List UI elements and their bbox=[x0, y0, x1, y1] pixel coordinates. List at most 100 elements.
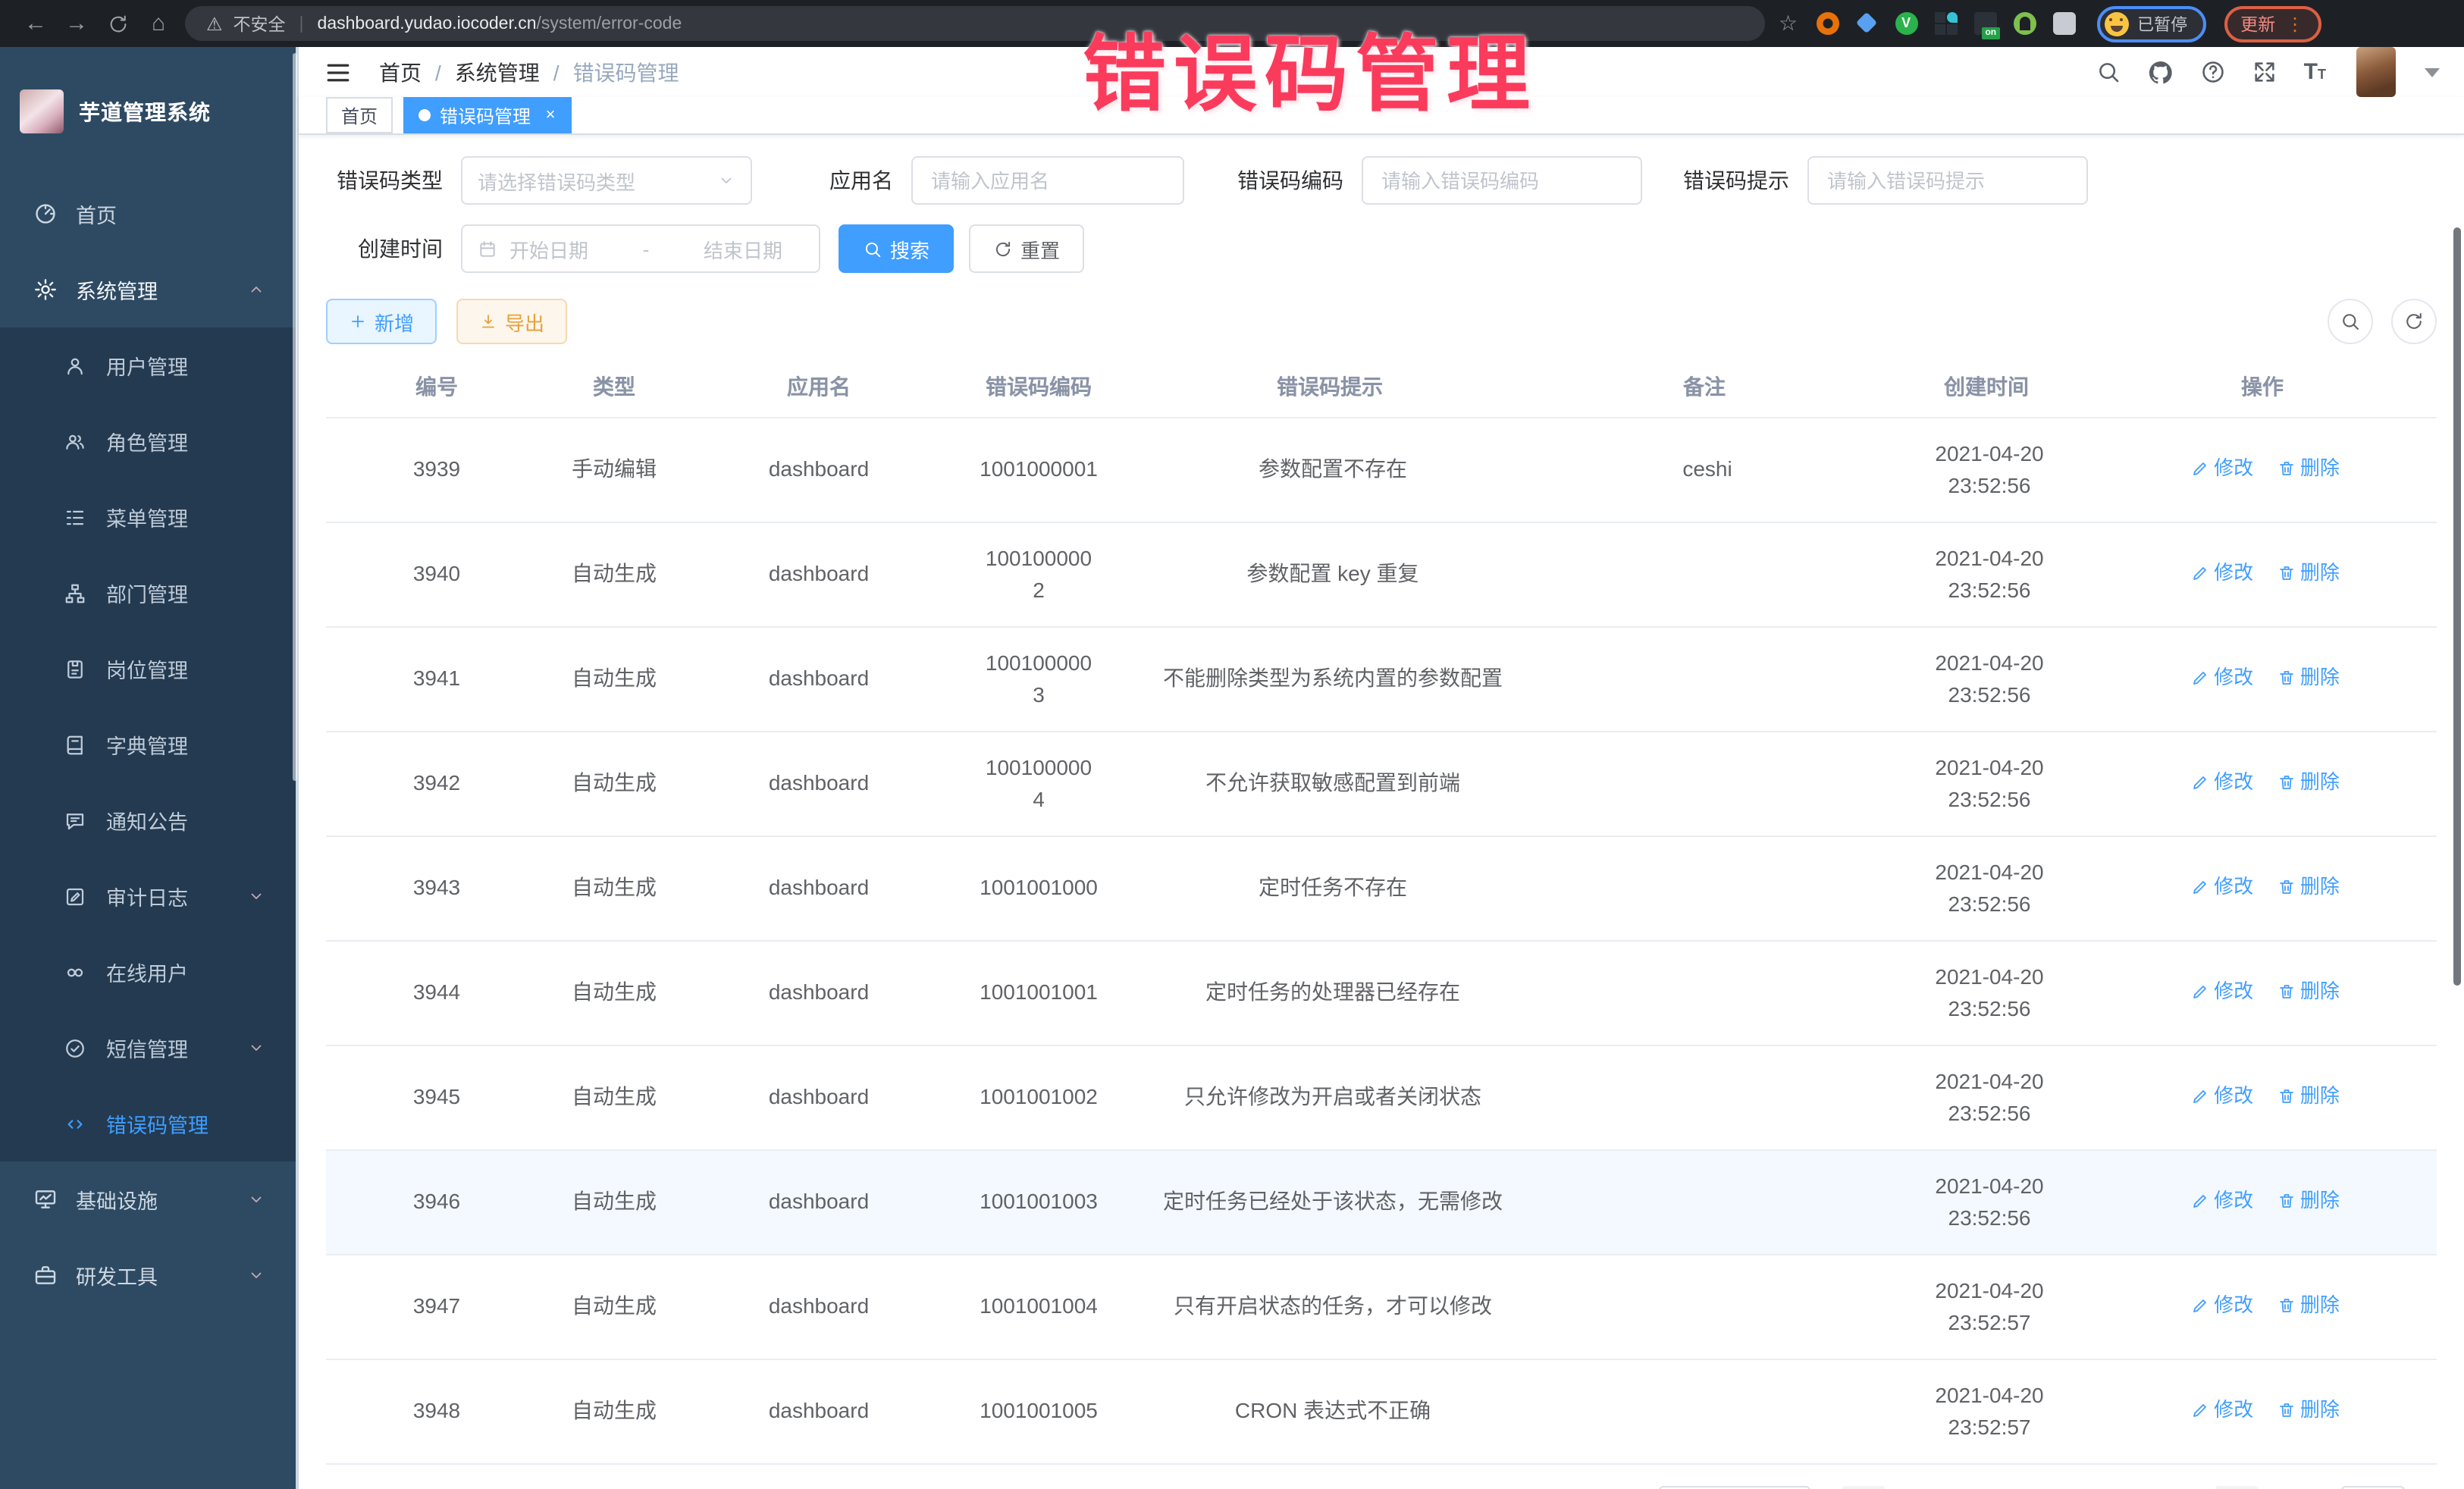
reset-button[interactable]: 重置 bbox=[969, 224, 1084, 273]
edit-link[interactable]: 修改 bbox=[2191, 453, 2253, 484]
tab-error-code[interactable]: 错误码管理 × bbox=[403, 97, 572, 133]
hamburger-icon[interactable] bbox=[324, 58, 352, 86]
sidebar-item-users[interactable]: 用户管理 bbox=[0, 328, 296, 403]
sidebar-item-menus[interactable]: 菜单管理 bbox=[0, 479, 296, 555]
sidebar-item-posts[interactable]: 岗位管理 bbox=[0, 631, 296, 707]
back-icon[interactable]: ← bbox=[15, 0, 56, 47]
delete-link[interactable]: 删除 bbox=[2277, 1394, 2340, 1426]
help-icon[interactable] bbox=[2201, 59, 2227, 85]
edit-link[interactable]: 修改 bbox=[2191, 1394, 2253, 1426]
date-range-picker[interactable]: 开始日期 - 结束日期 bbox=[461, 224, 820, 273]
sidebar-item-home[interactable]: 首页 bbox=[0, 176, 296, 252]
reload-icon[interactable] bbox=[97, 1, 138, 46]
refresh-icon[interactable] bbox=[2391, 299, 2437, 344]
cell-type: 自动生成 bbox=[547, 835, 681, 940]
font-size-icon[interactable]: TT bbox=[2304, 61, 2326, 83]
close-icon[interactable]: × bbox=[540, 106, 561, 124]
forward-icon[interactable]: → bbox=[56, 0, 97, 47]
more-menu-icon[interactable]: ⋮ bbox=[2286, 13, 2304, 34]
edit-link[interactable]: 修改 bbox=[2191, 1080, 2253, 1112]
edit-link[interactable]: 修改 bbox=[2191, 871, 2253, 903]
sidebar-item-dev-tools[interactable]: 研发工具 bbox=[0, 1237, 296, 1313]
profile-avatar bbox=[2104, 11, 2128, 36]
extension-gem-icon[interactable] bbox=[1855, 12, 1878, 35]
col-type: 类型 bbox=[547, 356, 681, 417]
user-avatar[interactable] bbox=[2356, 47, 2396, 97]
url-path[interactable]: /system/error-code bbox=[537, 14, 682, 33]
app-name-input[interactable] bbox=[911, 156, 1184, 205]
delete-link[interactable]: 删除 bbox=[2277, 1080, 2340, 1112]
table-row: 3939 手动编辑 dashboard 1001000001 参数配置不存在 c… bbox=[326, 417, 2437, 522]
delete-link[interactable]: 删除 bbox=[2277, 1185, 2340, 1217]
next-page-button[interactable] bbox=[2215, 1485, 2258, 1489]
breadcrumb-home[interactable]: 首页 bbox=[379, 57, 422, 87]
extension-on-badge-icon[interactable]: on bbox=[1973, 12, 1996, 35]
sidebar-scrollbar[interactable] bbox=[293, 53, 297, 781]
profile-paused-pill[interactable]: 已暂停 bbox=[2096, 5, 2205, 42]
extension-figure-icon[interactable] bbox=[2013, 12, 2036, 35]
cell-message: 定时任务的处理器已经存在 bbox=[1121, 940, 1575, 1045]
toggle-search-icon[interactable] bbox=[2328, 299, 2373, 344]
sidebar-item-sms[interactable]: 短信管理 bbox=[0, 1010, 296, 1086]
sidebar-item-system[interactable]: 系统管理 bbox=[0, 252, 296, 328]
cell-code: 1001001005 bbox=[957, 1359, 1121, 1463]
error-code-input[interactable] bbox=[1362, 156, 1642, 205]
sidebar-item-roles[interactable]: 角色管理 bbox=[0, 403, 296, 479]
url-host[interactable]: dashboard.yudao.iocoder.cn bbox=[318, 14, 537, 33]
cell-type: 自动生成 bbox=[547, 1254, 681, 1359]
edit-link[interactable]: 修改 bbox=[2191, 557, 2253, 589]
edit-link-label: 修改 bbox=[2214, 453, 2253, 484]
prev-page-button[interactable] bbox=[1842, 1485, 1885, 1489]
sidebar-item-notice[interactable]: 通知公告 bbox=[0, 782, 296, 858]
breadcrumb-system[interactable]: 系统管理 bbox=[455, 57, 540, 87]
sidebar-item-depts[interactable]: 部门管理 bbox=[0, 555, 296, 631]
delete-link[interactable]: 删除 bbox=[2277, 1290, 2340, 1321]
search-icon[interactable] bbox=[2096, 59, 2122, 85]
home-icon[interactable]: ⌂ bbox=[138, 0, 179, 47]
breadcrumb-current: 错误码管理 bbox=[573, 57, 679, 87]
caret-down-icon[interactable] bbox=[2425, 67, 2440, 77]
page-size-select[interactable]: 10条/页 bbox=[1659, 1485, 1810, 1489]
delete-link[interactable]: 删除 bbox=[2277, 766, 2340, 798]
security-label[interactable]: 不安全 bbox=[234, 11, 286, 36]
sidebar-logo-row[interactable]: 芋道管理系统 bbox=[0, 47, 296, 176]
delete-link[interactable]: 删除 bbox=[2277, 976, 2340, 1008]
extension-v-icon[interactable]: V bbox=[1895, 12, 1917, 35]
sidebar-item-online-users[interactable]: 在线用户 bbox=[0, 934, 296, 1010]
extension-grid-icon[interactable] bbox=[1934, 12, 1957, 35]
tab-home[interactable]: 首页 bbox=[326, 97, 393, 133]
edit-link[interactable]: 修改 bbox=[2191, 976, 2253, 1008]
sidebar-item-audit-log[interactable]: 审计日志 bbox=[0, 858, 296, 934]
edit-link[interactable]: 修改 bbox=[2191, 662, 2253, 694]
page-scrollbar[interactable] bbox=[2453, 227, 2461, 986]
search-button[interactable]: 搜索 bbox=[839, 224, 954, 273]
extension-orange-icon[interactable] bbox=[1816, 12, 1839, 35]
cell-ops: 修改 删除 bbox=[2155, 731, 2437, 835]
cell-message: 不允许获取敏感配置到前端 bbox=[1121, 731, 1575, 835]
edit-link[interactable]: 修改 bbox=[2191, 1290, 2253, 1321]
delete-link[interactable]: 删除 bbox=[2277, 871, 2340, 903]
cell-code: 1001001004 bbox=[957, 1254, 1121, 1359]
goto-page-input[interactable] bbox=[2341, 1485, 2405, 1489]
fullscreen-icon[interactable] bbox=[2252, 59, 2278, 85]
delete-link[interactable]: 删除 bbox=[2277, 662, 2340, 694]
sidebar-item-label: 首页 bbox=[76, 199, 117, 229]
edit-link[interactable]: 修改 bbox=[2191, 766, 2253, 798]
table-row: 3942 自动生成 dashboard 100100000 4 不允许获取敏感配… bbox=[326, 731, 2437, 835]
github-icon[interactable] bbox=[2148, 58, 2175, 86]
export-button[interactable]: 导出 bbox=[456, 299, 567, 344]
cell-app: dashboard bbox=[681, 731, 957, 835]
browser-update-button[interactable]: 更新 ⋮ bbox=[2224, 5, 2321, 42]
error-message-input[interactable] bbox=[1807, 156, 2088, 205]
sidebar-item-infra[interactable]: 基础设施 bbox=[0, 1161, 296, 1237]
sidebar-item-error-code[interactable]: 错误码管理 bbox=[0, 1086, 296, 1161]
add-button[interactable]: 新增 bbox=[326, 299, 437, 344]
delete-link[interactable]: 删除 bbox=[2277, 453, 2340, 484]
extensions-puzzle-icon[interactable] bbox=[2052, 12, 2075, 35]
error-type-select[interactable]: 请选择错误码类型 bbox=[461, 156, 752, 205]
edit-link[interactable]: 修改 bbox=[2191, 1185, 2253, 1217]
sidebar-item-dict[interactable]: 字典管理 bbox=[0, 707, 296, 782]
delete-link[interactable]: 删除 bbox=[2277, 557, 2340, 589]
sidebar-item-label: 短信管理 bbox=[106, 1033, 188, 1063]
bookmark-star-icon[interactable]: ☆ bbox=[1779, 11, 1798, 36]
